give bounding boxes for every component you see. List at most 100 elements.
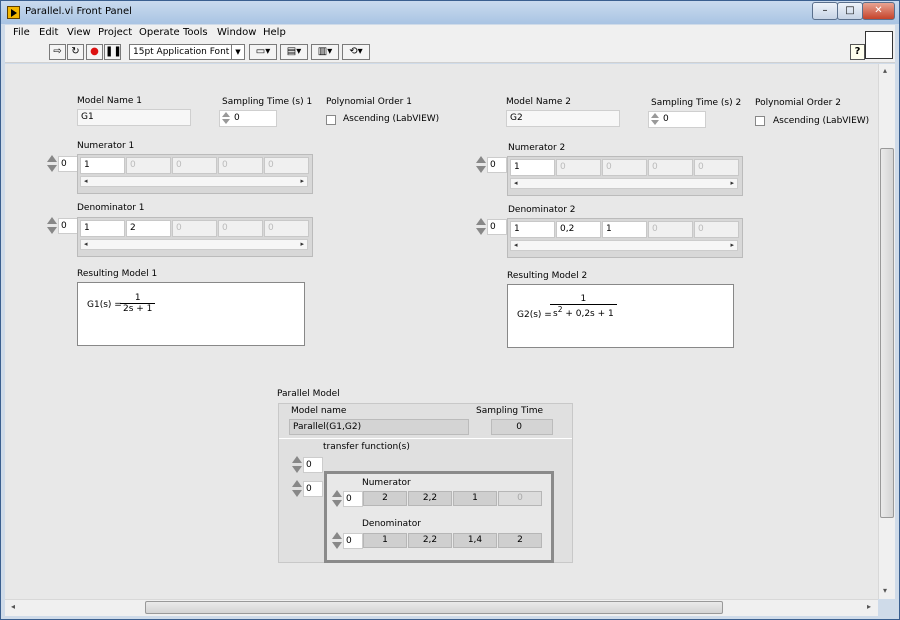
menu-operate[interactable]: Operate	[139, 27, 180, 38]
index-value: 0	[487, 157, 507, 173]
distribute-objects-icon[interactable]: ▤▾	[280, 44, 308, 60]
spin-arrows-icon[interactable]	[46, 153, 58, 175]
horizontal-scrollbar[interactable]: ◂ ▸	[5, 599, 878, 616]
index-value: 0	[343, 533, 363, 549]
spin-arrows-icon[interactable]	[475, 216, 487, 238]
array-scrollbar[interactable]: ◂ ▸	[510, 178, 738, 189]
array-cell[interactable]: 0	[218, 220, 263, 237]
spin-arrows-icon[interactable]	[650, 113, 660, 126]
spin-arrows-icon[interactable]	[331, 488, 343, 510]
index-value: 0	[58, 156, 78, 172]
array-scrollbar[interactable]: ◂ ▸	[80, 176, 308, 187]
array-cell[interactable]: 0	[694, 221, 739, 238]
array-cell[interactable]: 1	[510, 159, 555, 176]
menu-file[interactable]: File	[13, 27, 30, 38]
array-cell[interactable]: 1	[80, 220, 125, 237]
array-indicator: 1	[453, 491, 497, 506]
abort-icon[interactable]: ●	[86, 44, 103, 60]
scroll-right-icon[interactable]: ▸	[730, 179, 734, 187]
ascending-1-checkbox[interactable]	[326, 115, 336, 125]
numerator-label: Numerator	[362, 478, 411, 488]
scroll-left-icon[interactable]: ◂	[84, 177, 88, 185]
vertical-scrollbar[interactable]: ▴ ▾	[878, 64, 895, 599]
spin-arrows-icon[interactable]	[46, 215, 58, 237]
spin-arrows-icon[interactable]	[475, 154, 487, 176]
ascending-2-checkbox[interactable]	[755, 116, 765, 126]
menu-help[interactable]: Help	[263, 27, 286, 38]
numerator-2-index[interactable]: 0	[475, 154, 507, 176]
tf-index-1[interactable]: 0	[291, 454, 323, 476]
run-arrow-icon[interactable]: ⇨	[49, 44, 66, 60]
scroll-left-icon[interactable]: ◂	[11, 602, 15, 611]
title-bar[interactable]: Parallel.vi Front Panel – □ ✕	[1, 1, 899, 24]
array-scrollbar[interactable]: ◂ ▸	[510, 240, 738, 251]
array-cell[interactable]: 0	[602, 159, 647, 176]
spin-arrows-icon[interactable]	[221, 112, 231, 125]
menu-view[interactable]: View	[67, 27, 91, 38]
resize-objects-icon[interactable]: ▥▾	[311, 44, 339, 60]
array-cell[interactable]: 2	[126, 220, 171, 237]
tf-index-2[interactable]: 0	[291, 478, 323, 500]
model-name-1-label: Model Name 1	[77, 96, 143, 106]
denominator-1-array: 1 2 0 0 0 ◂ ▸	[77, 217, 313, 257]
scroll-right-icon[interactable]: ▸	[867, 602, 871, 611]
array-cell[interactable]: 0	[172, 157, 217, 174]
spin-arrows-icon[interactable]	[291, 454, 303, 476]
denominator-1-index[interactable]: 0	[46, 215, 78, 237]
array-scrollbar[interactable]: ◂ ▸	[80, 239, 308, 250]
align-objects-icon[interactable]: ▭▾	[249, 44, 277, 60]
model-name-1-input[interactable]: G1	[77, 109, 191, 126]
spin-arrows-icon[interactable]	[291, 478, 303, 500]
array-cell[interactable]: 1	[80, 157, 125, 174]
horizontal-scroll-thumb[interactable]	[145, 601, 723, 614]
scroll-right-icon[interactable]: ▸	[300, 240, 304, 248]
array-cell[interactable]: 0	[556, 159, 601, 176]
array-cell[interactable]: 1	[602, 221, 647, 238]
maximize-button[interactable]: □	[837, 2, 863, 20]
numerator-2-array: 1 0 0 0 0 ◂ ▸	[507, 156, 743, 196]
model-name-2-input[interactable]: G2	[506, 110, 620, 127]
run-continuously-icon[interactable]: ↻	[67, 44, 84, 60]
reorder-icon[interactable]: ⟲▾	[342, 44, 370, 60]
array-indicator: 2,2	[408, 533, 452, 548]
array-cell[interactable]: 0	[694, 159, 739, 176]
scroll-left-icon[interactable]: ◂	[84, 240, 88, 248]
pause-icon[interactable]: ❚❚	[104, 44, 122, 60]
menu-edit[interactable]: Edit	[39, 27, 58, 38]
numerator-1-index[interactable]: 0	[46, 153, 78, 175]
font-selector[interactable]: 15pt Application Font ▼	[129, 44, 245, 60]
denominator-2-index[interactable]: 0	[475, 216, 507, 238]
array-cell[interactable]: 1	[510, 221, 555, 238]
index-value: 0	[487, 219, 507, 235]
transfer-functions-label: transfer function(s)	[323, 442, 410, 452]
sampling-time-2-input[interactable]: 0	[648, 111, 706, 128]
tf-fraction: 1 2s + 1	[120, 293, 156, 314]
spin-arrows-icon[interactable]	[331, 530, 343, 552]
scroll-right-icon[interactable]: ▸	[300, 177, 304, 185]
array-cell[interactable]: 0	[648, 159, 693, 176]
numerator-index[interactable]: 0	[331, 488, 363, 510]
menu-window[interactable]: Window	[217, 27, 256, 38]
array-cell[interactable]: 0	[648, 221, 693, 238]
resulting-model-1-display: G1(s) = 1 2s + 1	[77, 282, 305, 346]
menu-tools[interactable]: Tools	[183, 27, 208, 38]
denominator-1-label: Denominator 1	[77, 203, 145, 213]
array-cell[interactable]: 0	[218, 157, 263, 174]
scroll-left-icon[interactable]: ◂	[514, 179, 518, 187]
denominator-index[interactable]: 0	[331, 530, 363, 552]
menu-project[interactable]: Project	[98, 27, 132, 38]
close-button[interactable]: ✕	[862, 2, 895, 20]
scroll-right-icon[interactable]: ▸	[730, 241, 734, 249]
array-cell[interactable]: 0,2	[556, 221, 601, 238]
scroll-left-icon[interactable]: ◂	[514, 241, 518, 249]
minimize-button[interactable]: –	[812, 2, 838, 20]
array-cell[interactable]: 0	[264, 220, 309, 237]
scroll-down-icon[interactable]: ▾	[883, 586, 887, 595]
scroll-up-icon[interactable]: ▴	[883, 66, 887, 75]
context-help-icon[interactable]: ?	[850, 44, 865, 60]
array-cell[interactable]: 0	[172, 220, 217, 237]
array-cell[interactable]: 0	[264, 157, 309, 174]
vertical-scroll-thumb[interactable]	[880, 148, 894, 518]
array-cell[interactable]: 0	[126, 157, 171, 174]
sampling-time-1-input[interactable]: 0	[219, 110, 277, 127]
